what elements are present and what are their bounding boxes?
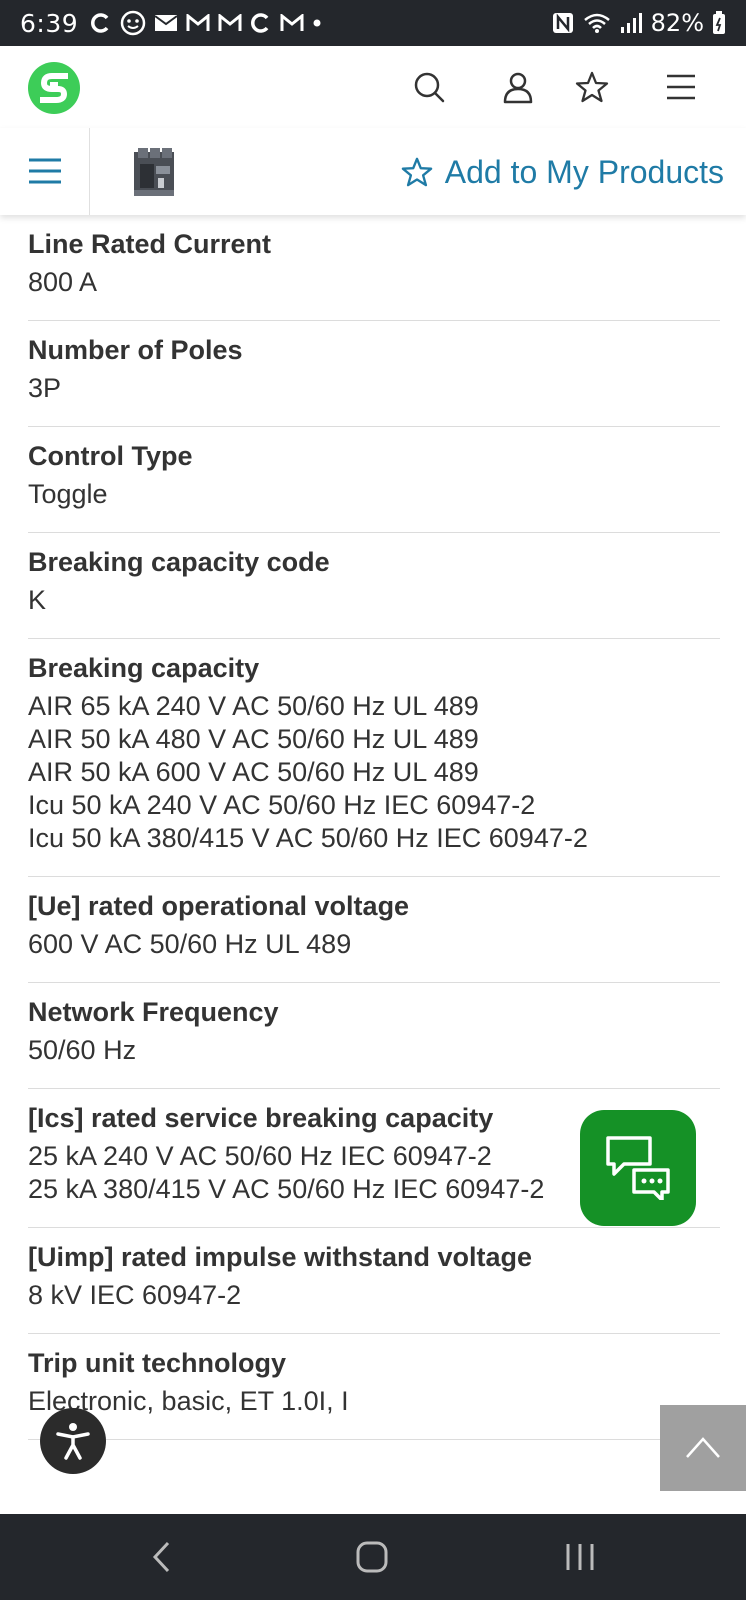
spec-row: Trip unit technology Electronic, basic, E… bbox=[28, 1334, 720, 1440]
gmail-icon bbox=[280, 14, 304, 31]
spec-values: 3P bbox=[28, 372, 720, 405]
gmail-icon bbox=[186, 14, 210, 31]
product-bar: Add to My Products bbox=[0, 128, 746, 215]
scroll-to-top-button[interactable] bbox=[660, 1405, 746, 1491]
search-icon[interactable] bbox=[412, 70, 446, 104]
spec-values: 50/60 Hz bbox=[28, 1034, 720, 1067]
spec-row: Breaking capacity AIR 65 kA 240 V AC 50/6… bbox=[28, 639, 720, 877]
chat-icon bbox=[606, 1136, 670, 1200]
accessibility-icon bbox=[56, 1423, 90, 1460]
signal-icon bbox=[620, 13, 642, 33]
star-icon[interactable] bbox=[575, 70, 609, 104]
status-time: 6:39 bbox=[20, 8, 79, 38]
spec-list: Line Rated Current 800 A Number of Poles 3P… bbox=[28, 215, 720, 1440]
home-icon[interactable] bbox=[355, 1540, 389, 1574]
spec-values: 600 V AC 50/60 Hz UL 489 bbox=[28, 928, 720, 961]
spec-values: K bbox=[28, 584, 720, 617]
notification-icons bbox=[90, 10, 322, 36]
add-to-my-products-button[interactable]: Add to My Products bbox=[401, 150, 724, 194]
spec-value: AIR 65 kA 240 V AC 50/60 Hz UL 489 bbox=[28, 691, 479, 721]
schneider-electric-logo[interactable] bbox=[28, 62, 80, 114]
chevron-up-icon bbox=[686, 1437, 720, 1458]
site-header bbox=[0, 46, 746, 129]
status-bar: 6:39 82% bbox=[0, 0, 746, 46]
dot-icon bbox=[313, 19, 321, 27]
spec-row: Network Frequency 50/60 Hz bbox=[28, 983, 720, 1089]
mail-icon bbox=[154, 15, 178, 31]
chat-button[interactable] bbox=[580, 1110, 696, 1226]
system-nav-bar bbox=[0, 1514, 746, 1600]
hamburger-icon bbox=[29, 158, 61, 184]
spec-values: 800 A bbox=[28, 266, 720, 299]
spec-values: AIR 65 kA 240 V AC 50/60 Hz UL 489 AIR 50… bbox=[28, 690, 720, 855]
spec-label: Network Frequency bbox=[28, 997, 279, 1027]
spec-value: AIR 50 kA 600 V AC 50/60 Hz UL 489 bbox=[28, 757, 479, 787]
face-icon bbox=[120, 10, 146, 36]
gmail-icon bbox=[218, 14, 242, 31]
spec-value: 3P bbox=[28, 373, 62, 403]
star-outline-icon bbox=[401, 157, 433, 187]
spec-row: Control Type Toggle bbox=[28, 427, 720, 533]
back-icon[interactable] bbox=[150, 1540, 174, 1574]
spec-label: Line Rated Current bbox=[28, 229, 272, 259]
spec-label: Trip unit technology bbox=[28, 1348, 286, 1378]
status-right: 82% bbox=[551, 9, 726, 37]
spec-row: Breaking capacity code K bbox=[28, 533, 720, 639]
spec-value: 8 kV IEC 60947-2 bbox=[28, 1280, 242, 1310]
spec-values: Toggle bbox=[28, 478, 720, 511]
spec-label: Breaking capacity code bbox=[28, 547, 330, 577]
spec-row: [Uimp] rated impulse withstand voltage 8 … bbox=[28, 1228, 720, 1334]
spec-value: Electronic, basic, ET 1.0I, I bbox=[28, 1386, 349, 1416]
c-icon bbox=[91, 13, 109, 33]
spec-values: Electronic, basic, ET 1.0I, I bbox=[28, 1385, 720, 1418]
product-menu-button[interactable] bbox=[0, 128, 90, 215]
spec-value: 600 V AC 50/60 Hz UL 489 bbox=[28, 929, 352, 959]
spec-row: Line Rated Current 800 A bbox=[28, 215, 720, 321]
spec-value: Icu 50 kA 240 V AC 50/60 Hz IEC 60947-2 bbox=[28, 790, 536, 820]
add-to-my-products-label: Add to My Products bbox=[444, 153, 724, 190]
user-icon[interactable] bbox=[501, 70, 535, 104]
spec-label: [Uimp] rated impulse withstand voltage bbox=[28, 1242, 533, 1272]
spec-value: Toggle bbox=[28, 479, 108, 509]
nfc-icon bbox=[552, 13, 573, 33]
wifi-icon bbox=[583, 13, 610, 33]
spec-row: [Ue] rated operational voltage 600 V AC 5… bbox=[28, 877, 720, 983]
recents-icon[interactable] bbox=[565, 1540, 595, 1574]
spec-value: K bbox=[28, 585, 47, 615]
battery-icon bbox=[713, 11, 725, 34]
spec-value: 800 A bbox=[28, 267, 98, 297]
menu-icon[interactable] bbox=[664, 70, 698, 104]
spec-row: Number of Poles 3P bbox=[28, 321, 720, 427]
spec-value: 50/60 Hz bbox=[28, 1035, 137, 1065]
spec-label: Control Type bbox=[28, 441, 193, 471]
accessibility-button[interactable] bbox=[40, 1408, 106, 1474]
spec-value: Icu 50 kA 380/415 V AC 50/60 Hz IEC 6094… bbox=[28, 823, 588, 853]
spec-values: 8 kV IEC 60947-2 bbox=[28, 1279, 720, 1312]
spec-label: Number of Poles bbox=[28, 335, 243, 365]
c-icon bbox=[251, 13, 269, 33]
product-thumbnail[interactable] bbox=[132, 146, 176, 198]
battery-percent: 82% bbox=[650, 9, 704, 37]
spec-value: AIR 50 kA 480 V AC 50/60 Hz UL 489 bbox=[28, 724, 479, 754]
spec-label: [Ue] rated operational voltage bbox=[28, 891, 410, 921]
spec-label: Breaking capacity bbox=[28, 653, 260, 683]
